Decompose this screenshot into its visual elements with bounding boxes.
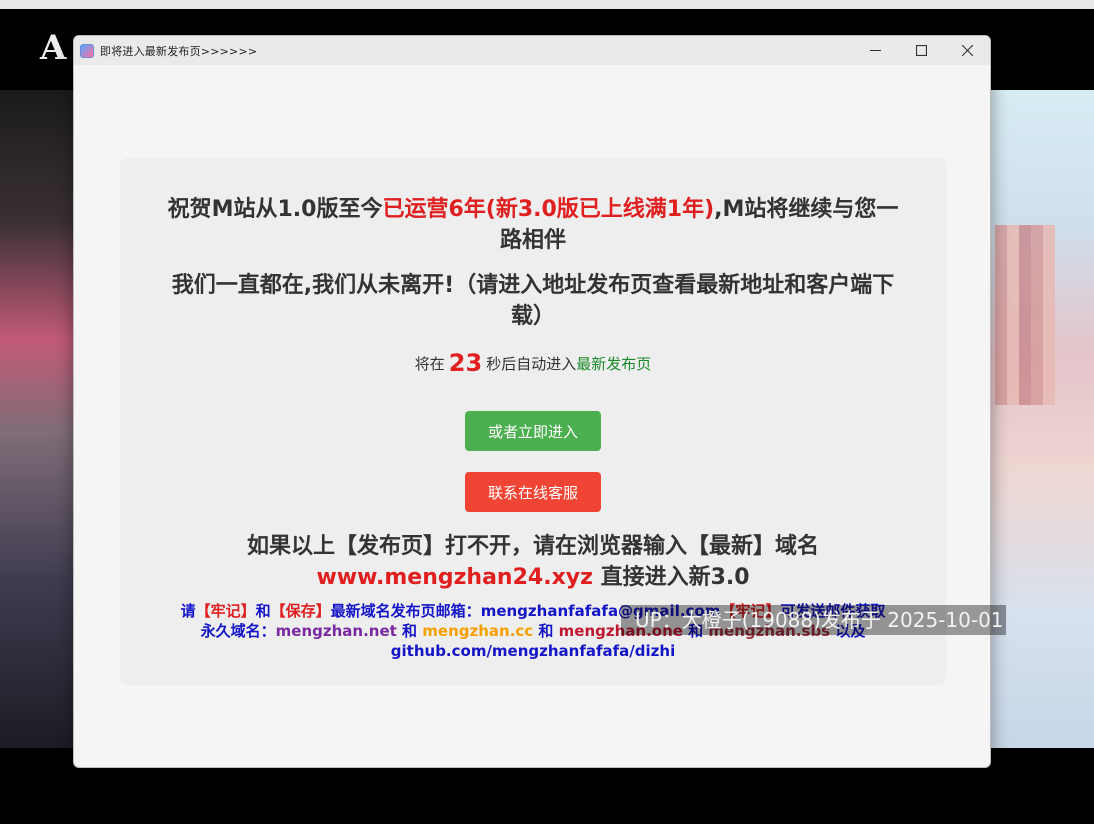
headline: 祝贺M站从1.0版至今已运营6年(新3.0版已上线满1年),M站将继续与您一路相… [167, 197, 899, 253]
close-icon [961, 45, 973, 56]
headline-highlight: 已运营6年(新3.0版已上线满1年) [382, 197, 715, 222]
title-bar[interactable]: 即将进入最新发布页>>>>>> [74, 36, 990, 65]
release-page-link[interactable]: 最新发布页 [576, 355, 651, 373]
background-art-left [0, 90, 74, 748]
maximize-button[interactable] [898, 36, 944, 65]
minimize-icon [869, 49, 881, 52]
domain-link-cc[interactable]: mengzhan.cc [422, 622, 533, 640]
app-icon [80, 43, 94, 58]
enter-now-button[interactable]: 或者立即进入 [465, 411, 601, 451]
latest-domain: www.mengzhan24.xyz [316, 565, 593, 590]
github-link[interactable]: github.com/mengzhanfafafa/dizhi [391, 642, 675, 660]
domain-link-net[interactable]: mengzhan.net [276, 622, 397, 640]
background-logo: A [40, 28, 67, 68]
top-strip [0, 0, 1094, 9]
background-art-right [991, 90, 1094, 748]
close-button[interactable] [944, 36, 990, 65]
uploader-watermark: UP：大橙子(19088)发布于 2025-10-01 [621, 605, 1006, 635]
maximize-icon [915, 45, 927, 56]
minimize-button[interactable] [852, 36, 898, 65]
subheadline: 我们一直都在,我们从未离开!（请进入地址发布页查看最新地址和客户端下载） [171, 273, 895, 329]
popup-window: 即将进入最新发布页>>>>>> 祝贺M站从1.0版至今已运营6年(新3.0版已上… [73, 35, 991, 768]
countdown-seconds: 23 [448, 349, 483, 377]
mosaic-area [995, 225, 1055, 405]
window-title: 即将进入最新发布页>>>>>> [100, 44, 258, 58]
countdown-text: 将在 23 秒后自动进入最新发布页 [414, 349, 652, 377]
fallback-instructions: 如果以上【发布页】打不开，请在浏览器输入【最新】域名 www.mengzhan2… [246, 534, 819, 590]
contact-support-button[interactable]: 联系在线客服 [465, 472, 601, 512]
